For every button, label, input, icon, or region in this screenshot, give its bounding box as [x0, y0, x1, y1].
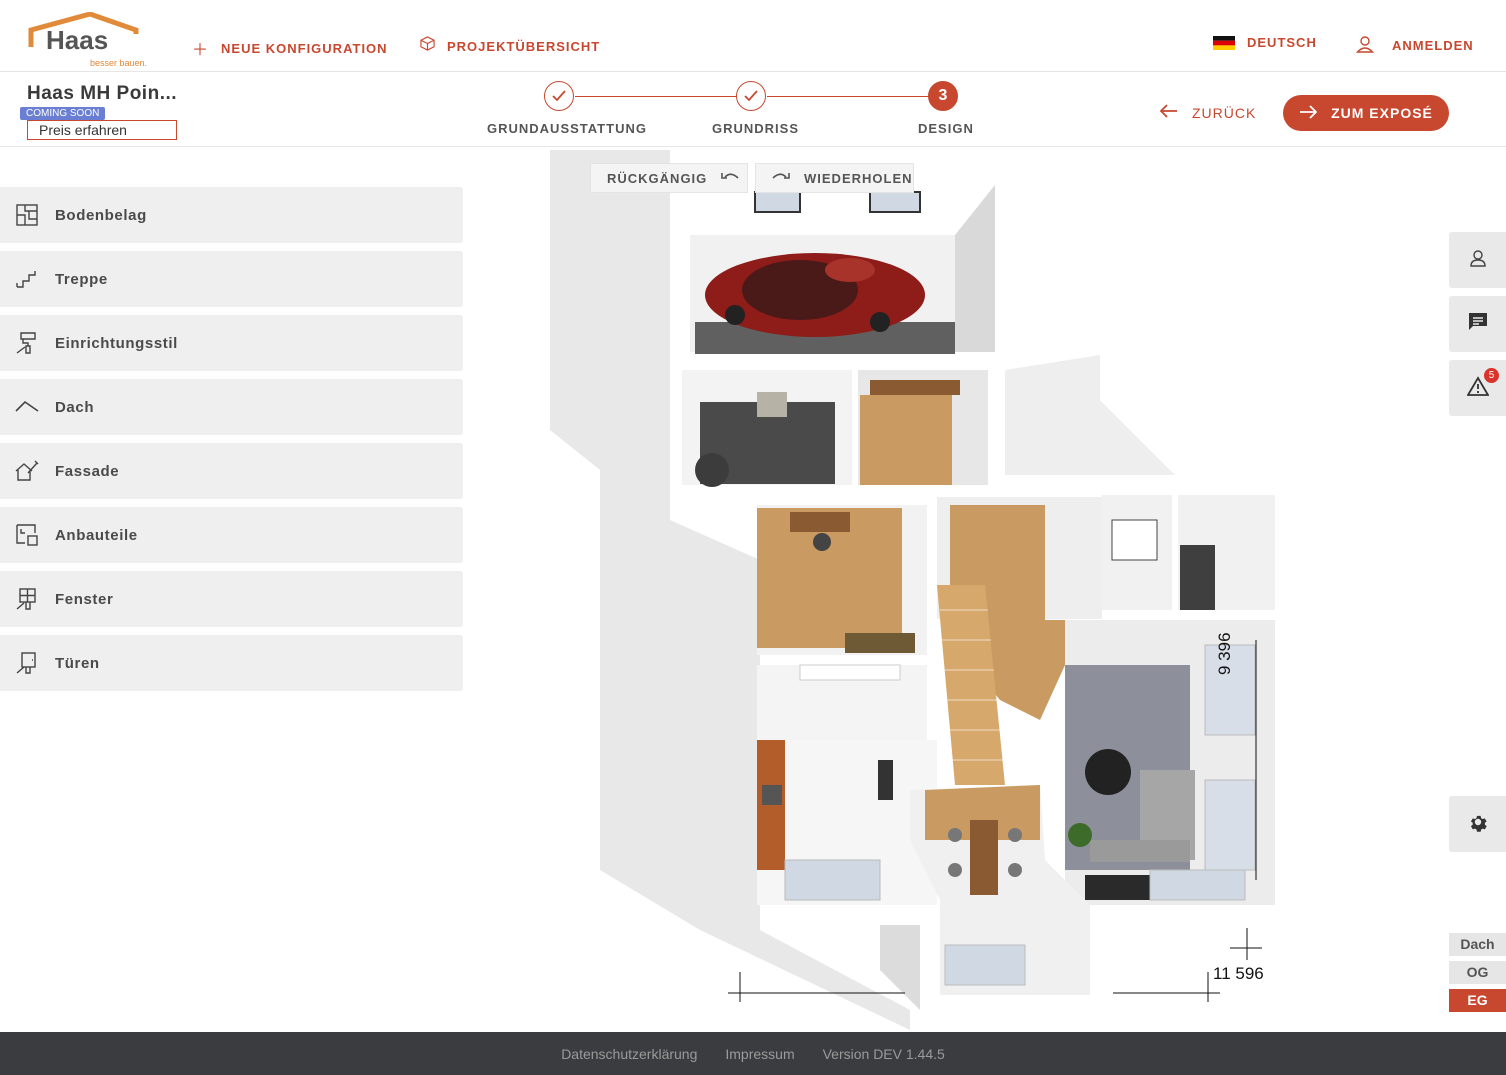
arrow-left-icon	[1159, 104, 1178, 121]
warnings-button[interactable]	[1449, 360, 1506, 416]
floor-plan-icon	[14, 202, 40, 228]
sidebar-item-label: Anbauteile	[55, 526, 138, 544]
step-1-check-icon[interactable]	[544, 81, 574, 111]
step-label-design[interactable]: DESIGN	[918, 121, 974, 136]
step-connector	[767, 96, 930, 97]
sidebar-item-fassade[interactable]: Fassade	[0, 443, 463, 499]
floor-plan-3d-view[interactable]: 11 596 9 396	[463, 147, 1506, 1032]
chat-button[interactable]	[1449, 296, 1506, 352]
level-button-og[interactable]: OG	[1449, 961, 1506, 984]
level-button-eg[interactable]: EG	[1449, 989, 1506, 1012]
facade-brush-icon	[14, 458, 40, 484]
redo-button[interactable]: WIEDERHOLEN	[755, 163, 914, 193]
sidebar-item-anbauteile[interactable]: Anbauteile	[0, 507, 463, 563]
german-flag-icon	[1213, 35, 1235, 50]
step-3-number[interactable]: 3	[928, 81, 958, 111]
login-label: ANMELDEN	[1392, 38, 1474, 53]
svg-text:besser bauen.: besser bauen.	[90, 58, 147, 68]
settings-button[interactable]	[1449, 796, 1506, 852]
redo-label: WIEDERHOLEN	[804, 170, 913, 186]
undo-label: RÜCKGÄNGIG	[607, 170, 708, 186]
user-icon	[1355, 35, 1375, 56]
car-model	[705, 253, 925, 337]
new-configuration-link[interactable]: ＋ NEUE KONFIGURATION	[192, 36, 388, 60]
level-button-dach[interactable]: Dach	[1449, 933, 1506, 956]
sidebar-item-label: Treppe	[55, 270, 108, 288]
step-label-grundausstattung[interactable]: GRUNDAUSSTATTUNG	[487, 121, 647, 136]
new-configuration-label: NEUE KONFIGURATION	[221, 40, 388, 56]
sidebar-item-tueren[interactable]: Türen	[0, 635, 463, 691]
window-brush-icon	[14, 586, 40, 612]
back-button[interactable]: ZURÜCK	[1159, 104, 1257, 121]
vertical-dimension-label: 9 396	[1215, 632, 1234, 675]
expose-button[interactable]: ZUM EXPOSÉ	[1283, 95, 1449, 131]
stairs-icon	[14, 266, 40, 292]
privacy-link[interactable]: Datenschutzerklärung	[561, 1046, 697, 1062]
sidebar-item-treppe[interactable]: Treppe	[0, 251, 463, 307]
cube-icon	[420, 36, 435, 56]
imprint-link[interactable]: Impressum	[725, 1046, 794, 1062]
sidebar-item-label: Türen	[55, 654, 100, 672]
step-2-check-icon[interactable]	[736, 81, 766, 111]
warnings-count-badge: 5	[1484, 368, 1499, 383]
expose-label: ZUM EXPOSÉ	[1331, 105, 1433, 121]
contact-person-button[interactable]	[1449, 232, 1506, 288]
project-overview-link[interactable]: PROJEKTÜBERSICHT	[420, 36, 600, 56]
contact-person-icon	[1468, 248, 1488, 273]
svg-text:Haas: Haas	[46, 25, 108, 55]
top-navigation-bar: Haas besser bauen. ＋ NEUE KONFIGURATION …	[0, 0, 1506, 72]
sidebar-item-bodenbelag[interactable]: Bodenbelag	[0, 187, 463, 243]
sidebar-item-label: Einrichtungsstil	[55, 334, 178, 352]
sidebar-item-dach[interactable]: Dach	[0, 379, 463, 435]
sidebar-item-fenster[interactable]: Fenster	[0, 571, 463, 627]
chat-icon	[1467, 311, 1489, 338]
sidebar-item-einrichtungsstil[interactable]: Einrichtungsstil	[0, 315, 463, 371]
plus-icon: ＋	[192, 42, 210, 59]
redo-icon	[772, 171, 790, 186]
footer: Datenschutzerklärung Impressum Version D…	[0, 1032, 1506, 1075]
sidebar-item-label: Bodenbelag	[55, 206, 147, 224]
sidebar-item-label: Fenster	[55, 590, 114, 608]
brush-icon	[14, 330, 40, 356]
language-label: DEUTSCH	[1247, 35, 1317, 50]
sidebar-item-label: Dach	[55, 398, 95, 416]
step-label-grundriss[interactable]: GRUNDRISS	[712, 121, 799, 136]
undo-button[interactable]: RÜCKGÄNGIG	[590, 163, 748, 193]
version-label: Version DEV 1.44.5	[822, 1045, 945, 1062]
step-connector	[575, 96, 737, 97]
language-selector[interactable]: DEUTSCH	[1213, 35, 1317, 50]
roof-icon	[14, 394, 40, 420]
price-request-button[interactable]: Preis erfahren	[27, 120, 177, 140]
horizontal-dimension-label: 11 596	[1213, 964, 1264, 983]
project-title: Haas MH Poin...	[27, 83, 178, 104]
back-label: ZURÜCK	[1192, 104, 1257, 121]
undo-icon	[721, 171, 739, 186]
coming-soon-badge: COMING SOON	[20, 107, 106, 120]
gear-icon	[1467, 811, 1489, 838]
extension-icon	[14, 522, 40, 548]
project-overview-label: PROJEKTÜBERSICHT	[447, 38, 601, 54]
login-link[interactable]: ANMELDEN	[1355, 35, 1474, 56]
door-brush-icon	[14, 650, 40, 676]
haas-logo[interactable]: Haas besser bauen.	[28, 11, 158, 68]
arrow-right-icon	[1299, 104, 1318, 122]
floor-plan-render	[550, 150, 1275, 1030]
sidebar-item-label: Fassade	[55, 462, 120, 480]
